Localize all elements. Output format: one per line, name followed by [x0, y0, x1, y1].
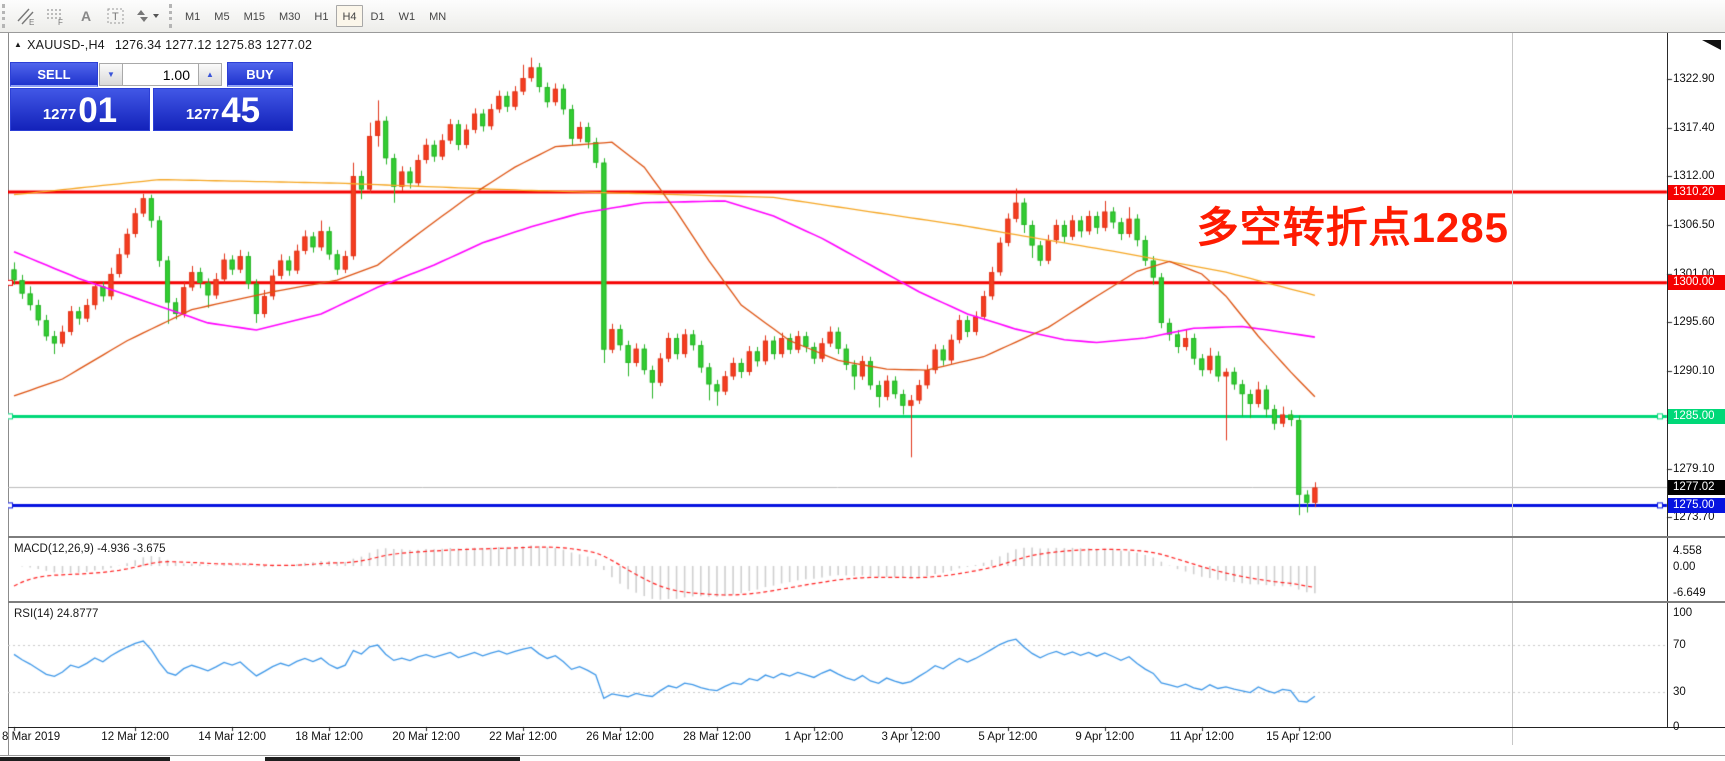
taskbar-segment — [265, 757, 520, 761]
macd-scale-label: -6.649 — [1673, 586, 1706, 600]
window-bottom-border — [0, 755, 1725, 756]
price-badge: 1275.00 — [1668, 498, 1725, 513]
time-axis-label: 8 Mar 2019 — [2, 731, 60, 743]
time-axis-label: 26 Mar 12:00 — [586, 731, 654, 743]
text-label-icon[interactable]: A — [71, 3, 101, 29]
time-axis-label: 28 Mar 12:00 — [683, 731, 751, 743]
macd-pane-label: MACD(12,26,9) -4.936 -3.675 — [14, 543, 166, 555]
rsi-scale-label: 0 — [1673, 720, 1679, 734]
tab-timeframe-w1[interactable]: W1 — [393, 5, 422, 27]
macd-scale-label: 4.558 — [1673, 544, 1702, 558]
tab-timeframe-m5[interactable]: M5 — [208, 5, 235, 27]
ask-price-pips: 45 — [221, 93, 260, 128]
ask-price[interactable]: 127745 — [153, 88, 293, 131]
symbol-label: XAUUSD-,H4 — [27, 38, 105, 52]
time-axis-label: 1 Apr 12:00 — [784, 731, 843, 743]
equidistant-channel-icon[interactable]: E — [11, 3, 41, 29]
price-axis-label: 1322.90 — [1673, 72, 1715, 86]
volume-input[interactable] — [123, 63, 198, 86]
time-axis-label: 5 Apr 12:00 — [978, 731, 1037, 743]
time-axis-line — [8, 727, 1725, 728]
rsi-scale-label: 30 — [1673, 685, 1686, 699]
time-axis-label: 9 Apr 12:00 — [1075, 731, 1134, 743]
ohlc-values: 1276.34 1277.12 1275.83 1277.02 — [115, 38, 312, 52]
tab-timeframe-m1[interactable]: M1 — [179, 5, 206, 27]
taskbar-segment — [0, 757, 170, 761]
time-axis-label: 22 Mar 12:00 — [489, 731, 557, 743]
buy-button[interactable]: BUY — [227, 62, 293, 87]
volume-decrease-button[interactable]: ▼ — [99, 63, 123, 86]
bid-price[interactable]: 127701 — [10, 88, 150, 131]
chart-canvas[interactable] — [8, 33, 1725, 745]
sell-button[interactable]: SELL — [10, 62, 98, 87]
tab-timeframe-m30[interactable]: M30 — [273, 5, 306, 27]
toolbar-grip[interactable] — [2, 4, 7, 28]
bid-price-prefix: 1277 — [43, 102, 76, 128]
toolbar: E F A T — [0, 0, 1725, 33]
tab-timeframe-h1[interactable]: H1 — [308, 5, 334, 27]
time-axis-label: 20 Mar 12:00 — [392, 731, 460, 743]
price-axis-line — [1667, 33, 1668, 727]
ask-price-prefix: 1277 — [186, 102, 219, 128]
price-axis-label: 1279.10 — [1673, 462, 1715, 476]
fibonacci-icon[interactable]: F — [41, 3, 71, 29]
tab-timeframe-m15[interactable]: M15 — [238, 5, 271, 27]
price-badge: 1300.00 — [1668, 275, 1725, 290]
price-axis-label: 1295.60 — [1673, 315, 1715, 329]
price-badge: 1285.00 — [1668, 409, 1725, 424]
mt4-terminal: E F A T — [0, 0, 1725, 761]
time-axis-label: 18 Mar 12:00 — [295, 731, 363, 743]
collapse-arrow-icon[interactable]: ▲ — [14, 40, 22, 49]
pane-splitter-rsi[interactable] — [8, 601, 1725, 603]
price-axis-label: 1317.40 — [1673, 121, 1715, 135]
time-axis-label: 11 Apr 12:00 — [1170, 731, 1234, 743]
bid-price-pips: 01 — [78, 93, 117, 128]
timeframe-bar: M1M5M15M30H1H4D1W1MN — [178, 0, 453, 33]
price-badge: 1310.20 — [1668, 185, 1725, 200]
pane-splitter-macd[interactable] — [8, 536, 1725, 538]
toolbar-grip-2[interactable] — [169, 4, 174, 28]
annotation-text: 多空转折点1285 — [1197, 194, 1509, 255]
tab-timeframe-h4[interactable]: H4 — [336, 5, 362, 27]
price-badge: 1277.02 — [1668, 480, 1725, 495]
price-axis-label: 1312.00 — [1673, 169, 1715, 183]
time-axis-label: 12 Mar 12:00 — [101, 731, 169, 743]
svg-text:F: F — [58, 18, 63, 26]
window-edge-line — [1512, 33, 1513, 745]
text-box-icon[interactable]: T — [101, 3, 131, 29]
rsi-pane-label: RSI(14) 24.8777 — [14, 608, 98, 620]
volume-increase-button[interactable]: ▲ — [198, 63, 222, 86]
price-axis-label: 1290.10 — [1673, 364, 1715, 378]
time-axis-label: 15 Apr 12:00 — [1266, 731, 1331, 743]
rsi-scale-label: 70 — [1673, 638, 1686, 652]
svg-text:E: E — [29, 18, 34, 26]
macd-scale-label: 0.00 — [1673, 560, 1695, 574]
trade-panel-row: SELL ▼ ▲ BUY — [10, 62, 293, 87]
time-axis-label: 14 Mar 12:00 — [198, 731, 266, 743]
svg-text:A: A — [81, 8, 91, 24]
time-axis-label: 3 Apr 12:00 — [881, 731, 940, 743]
chart-title: ▲ XAUUSD-,H4 1276.34 1277.12 1275.83 1277.… — [14, 38, 312, 52]
tab-timeframe-d1[interactable]: D1 — [365, 5, 391, 27]
rsi-scale-label: 100 — [1673, 606, 1692, 620]
arrow-objects-icon[interactable] — [131, 3, 161, 29]
svg-text:T: T — [112, 11, 119, 23]
price-axis-label: 1306.50 — [1673, 218, 1715, 232]
one-click-trading-panel: SELL ▼ ▲ BUY 127701 127745 — [10, 62, 293, 131]
chart-shift-marker — [1702, 40, 1721, 50]
tab-timeframe-mn[interactable]: MN — [423, 5, 452, 27]
